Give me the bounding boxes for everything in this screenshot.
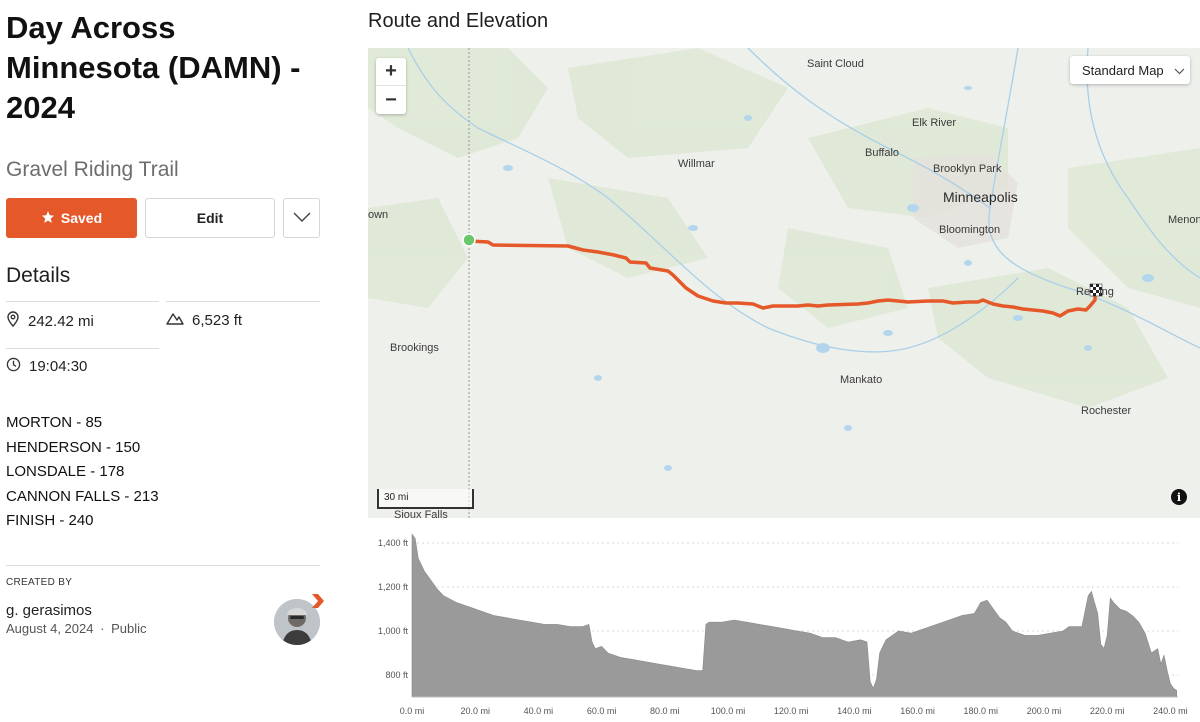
route-map[interactable]: Saint Cloud Elk River Buffalo Willmar Br… bbox=[368, 48, 1200, 518]
elevation-profile[interactable]: 1,400 ft 1,200 ft 1,000 ft 800 ft 0.0 mi 20.0… bbox=[368, 520, 1200, 722]
route-notes: MORTON - 85 HENDERSON - 150 LONSDALE - 1… bbox=[6, 411, 159, 534]
place-label: Rochester bbox=[1081, 405, 1132, 417]
star-icon bbox=[41, 210, 55, 227]
time-stat: 19:04:30 bbox=[6, 357, 87, 376]
place-label: Bloomington bbox=[939, 224, 1001, 236]
creator-meta: August 4, 2024 · Public bbox=[6, 621, 146, 636]
y-tick-label: 1,000 ft bbox=[378, 626, 409, 636]
route-type: Gravel Riding Trail bbox=[6, 158, 179, 181]
place-label: Brookings bbox=[390, 342, 439, 354]
meta-separator: · bbox=[100, 621, 105, 636]
note-line: LONSDALE - 178 bbox=[6, 463, 125, 481]
info-icon[interactable]: i bbox=[1171, 489, 1187, 505]
note-line: FINISH - 240 bbox=[6, 512, 94, 530]
map-type-select[interactable]: Standard Map bbox=[1070, 56, 1190, 84]
divider bbox=[6, 565, 320, 566]
clock-icon bbox=[6, 357, 21, 376]
zoom-controls: + − bbox=[376, 58, 406, 114]
place-label: Menon bbox=[1168, 214, 1200, 226]
x-tick-label: 140.0 mi bbox=[837, 706, 872, 716]
saved-button[interactable]: Saved bbox=[6, 198, 137, 238]
details-heading: Details bbox=[6, 264, 71, 287]
divider bbox=[6, 348, 159, 349]
visibility-label: Public bbox=[111, 621, 147, 636]
x-tick-label: 200.0 mi bbox=[1027, 706, 1062, 716]
place-label: Elk River bbox=[912, 117, 957, 129]
route-details-panel: Day Across Minnesota (DAMN) - 2024 Grave… bbox=[6, 0, 326, 722]
place-label: Re ing bbox=[1076, 286, 1114, 298]
x-tick-label: 120.0 mi bbox=[774, 706, 809, 716]
created-by-label: CREATED BY bbox=[6, 577, 73, 588]
x-tick-label: 100.0 mi bbox=[711, 706, 746, 716]
place-label: own bbox=[368, 209, 389, 221]
place-label: Saint Cloud bbox=[807, 58, 864, 70]
distance-stat: 242.42 mi bbox=[6, 311, 94, 331]
elevation-gain-value: 6,523 ft bbox=[192, 311, 243, 329]
place-label: Sioux Falls bbox=[394, 509, 448, 518]
created-date: August 4, 2024 bbox=[6, 621, 94, 636]
elevation-chart: 1,400 ft 1,200 ft 1,000 ft 800 ft 0.0 mi 20.0… bbox=[378, 533, 1188, 716]
x-tick-label: 0.0 mi bbox=[400, 706, 425, 716]
place-label: Brooklyn Park bbox=[933, 163, 1002, 175]
divider bbox=[6, 301, 159, 302]
saved-button-label: Saved bbox=[60, 210, 103, 226]
map-scale-bar: 30 mi bbox=[377, 489, 474, 509]
note-line: HENDERSON - 150 bbox=[6, 438, 141, 456]
y-tick-label: 800 ft bbox=[385, 670, 408, 680]
place-label: Minneapolis bbox=[943, 189, 1018, 205]
elevation-gain-stat: 6,523 ft bbox=[166, 311, 242, 329]
x-tick-label: 20.0 mi bbox=[460, 706, 490, 716]
subscriber-badge-icon bbox=[312, 594, 324, 608]
x-tick-label: 40.0 mi bbox=[524, 706, 554, 716]
note-line: CANNON FALLS - 213 bbox=[6, 487, 159, 505]
x-tick-label: 240.0 mi bbox=[1153, 706, 1188, 716]
location-pin-icon bbox=[6, 311, 20, 331]
x-tick-label: 60.0 mi bbox=[587, 706, 617, 716]
x-tick-label: 160.0 mi bbox=[900, 706, 935, 716]
more-options-button[interactable] bbox=[283, 198, 320, 238]
chevron-down-icon bbox=[293, 209, 311, 227]
y-tick-label: 1,200 ft bbox=[378, 582, 409, 592]
note-line: MORTON - 85 bbox=[6, 414, 103, 431]
edit-button[interactable]: Edit bbox=[145, 198, 275, 238]
place-label: Buffalo bbox=[865, 147, 900, 159]
map-base bbox=[368, 48, 1200, 518]
x-tick-label: 180.0 mi bbox=[963, 706, 998, 716]
zoom-out-button[interactable]: − bbox=[376, 86, 406, 114]
elevation-area bbox=[411, 533, 1178, 698]
divider bbox=[166, 301, 320, 302]
x-tick-label: 80.0 mi bbox=[650, 706, 680, 716]
place-label: Willmar bbox=[678, 158, 715, 170]
creator-name-link[interactable]: g. gerasimos bbox=[6, 602, 92, 619]
map-type-label: Standard Map bbox=[1082, 62, 1164, 78]
y-tick-label: 1,400 ft bbox=[378, 538, 409, 548]
route-title: Day Across Minnesota (DAMN) - 2024 bbox=[6, 10, 301, 125]
mountain-icon bbox=[166, 311, 184, 329]
distance-value: 242.42 mi bbox=[28, 312, 94, 330]
time-value: 19:04:30 bbox=[29, 358, 88, 375]
place-label: Mankato bbox=[840, 374, 883, 386]
route-and-elevation-heading: Route and Elevation bbox=[368, 10, 549, 32]
zoom-in-button[interactable]: + bbox=[376, 58, 406, 86]
x-tick-label: 220.0 mi bbox=[1090, 706, 1125, 716]
chevron-down-icon bbox=[1174, 63, 1185, 78]
